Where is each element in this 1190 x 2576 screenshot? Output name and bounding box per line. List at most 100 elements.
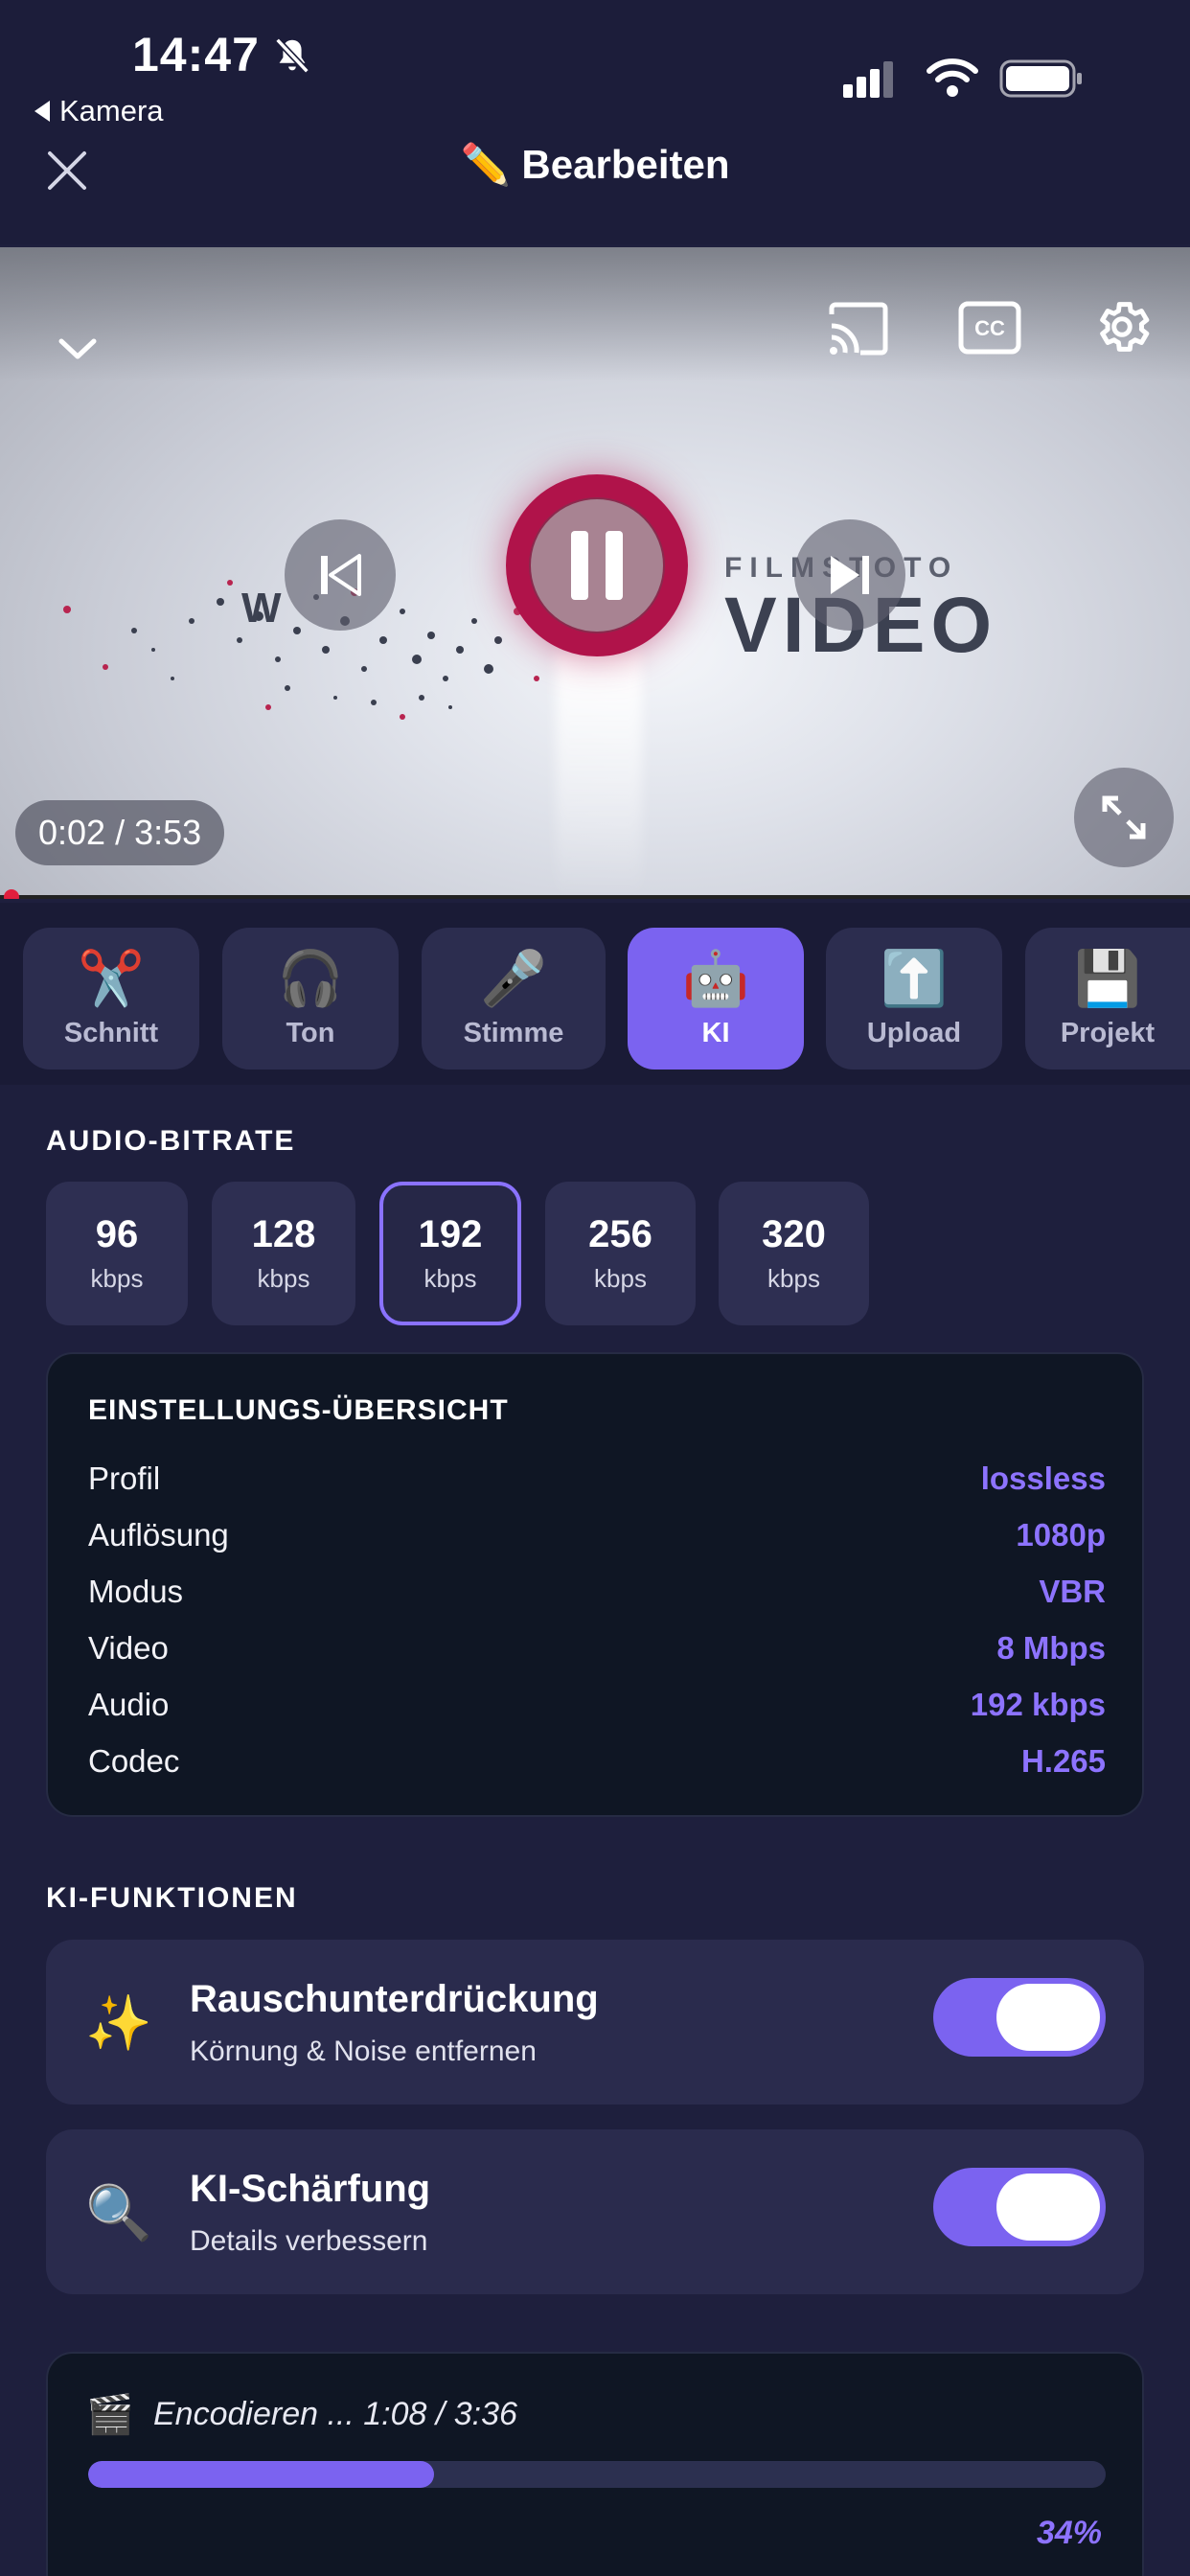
settings-summary-card: EINSTELLUNGS-ÜBERSICHT Profil lossless A… — [46, 1352, 1144, 1817]
encoding-progress-bar — [88, 2461, 1106, 2488]
bitrate-value: 320 — [762, 1213, 826, 1255]
encoding-status: Encodieren ... 1:08 / 3:36 — [153, 2396, 517, 2432]
tab-label: Upload — [866, 1017, 962, 1048]
bitrate-option-256[interactable]: 256 kbps — [545, 1182, 696, 1325]
summary-key: Modus — [88, 1574, 184, 1609]
bitrate-unit: kbps — [767, 1264, 820, 1293]
summary-value: lossless — [980, 1460, 1106, 1496]
summary-row-modus: Modus VBR — [88, 1571, 1106, 1613]
tab-label: KI — [701, 1017, 730, 1048]
app-screen: 14:47 Kamera ✏️ Bearbeiten W CC 0:02 / 3… — [0, 0, 1190, 2576]
feature-subtitle: Körnung & Noise entfernen — [190, 2036, 537, 2067]
scissors-icon: ✂️ — [78, 947, 145, 1010]
encoding-progress-fill — [88, 2461, 435, 2488]
summary-row-codec: Codec H.265 — [88, 1740, 1106, 1782]
svg-text:CC: CC — [974, 316, 1005, 340]
page-title: ✏️ Bearbeiten — [460, 142, 730, 187]
feature-title: Rauschunterdrückung — [190, 1978, 599, 2020]
bitrate-value: 256 — [588, 1213, 652, 1255]
magnifier-icon: 🔍 — [85, 2182, 152, 2244]
closed-captions-icon[interactable]: CC — [958, 301, 1021, 355]
robot-icon: 🤖 — [682, 947, 749, 1010]
summary-key: Profil — [88, 1460, 161, 1496]
bitrate-unit: kbps — [594, 1264, 647, 1293]
bitrate-value: 192 — [418, 1213, 483, 1255]
bitrate-value: 128 — [251, 1213, 316, 1255]
pause-icon — [571, 531, 623, 600]
gear-icon[interactable] — [1090, 295, 1154, 358]
back-to-app-link[interactable]: Kamera — [34, 94, 164, 128]
summary-row-audio: Audio 192 kbps — [88, 1684, 1106, 1726]
feature-subtitle: Details verbessern — [190, 2225, 428, 2257]
bitrate-option-128[interactable]: 128 kbps — [212, 1182, 355, 1325]
bitrate-unit: kbps — [90, 1264, 144, 1293]
tab-upload[interactable]: ⬆️ Upload — [826, 928, 1002, 1070]
top-bar: 14:47 Kamera ✏️ Bearbeiten — [0, 0, 1190, 244]
summary-key: Codec — [88, 1743, 180, 1779]
bitrate-unit: kbps — [257, 1264, 310, 1293]
tab-projekt[interactable]: 💾 Projekt — [1025, 928, 1190, 1070]
back-app-label: Kamera — [59, 94, 164, 127]
tab-label: Schnitt — [63, 1017, 159, 1048]
expand-icon — [1102, 795, 1146, 840]
summary-key: Audio — [88, 1687, 170, 1722]
battery-icon — [999, 59, 1082, 98]
playback-time: 0:02 / 3:53 — [15, 800, 225, 865]
skip-next-icon — [831, 556, 869, 594]
cast-icon[interactable] — [826, 301, 891, 356]
playback-progress-track[interactable] — [0, 895, 1190, 899]
wifi-icon — [927, 58, 978, 97]
tab-stimme[interactable]: 🎤 Stimme — [422, 928, 606, 1070]
toggle-knob — [996, 2174, 1100, 2241]
video-logo-left-text: W — [241, 585, 282, 632]
bitrate-option-320[interactable]: 320 kbps — [719, 1182, 869, 1325]
ai-sharpening-toggle[interactable] — [933, 2168, 1106, 2246]
playback-scrubber[interactable] — [4, 889, 19, 899]
noise-reduction-toggle[interactable] — [933, 1978, 1106, 2057]
chevron-down-icon[interactable] — [54, 324, 102, 372]
summary-heading: EINSTELLUNGS-ÜBERSICHT — [88, 1394, 509, 1426]
bell-muted-icon — [275, 37, 309, 74]
sparkles-icon: ✨ — [85, 1992, 152, 2055]
tab-ki[interactable]: 🤖 KI — [628, 928, 804, 1070]
back-triangle-icon — [34, 101, 50, 122]
summary-key: Auflösung — [88, 1517, 229, 1552]
tab-label: Ton — [286, 1017, 335, 1048]
encoding-card: 🎬 Encodieren ... 1:08 / 3:36 34% — [46, 2352, 1144, 2576]
headphones-icon: 🎧 — [277, 947, 344, 1010]
summary-value: 192 kbps — [970, 1687, 1106, 1722]
tab-schnitt[interactable]: ✂️ Schnitt — [23, 928, 199, 1070]
summary-row-profil: Profil lossless — [88, 1458, 1106, 1500]
summary-value: VBR — [1039, 1574, 1106, 1609]
bitrate-value: 96 — [95, 1213, 139, 1255]
cellular-signal-icon — [843, 61, 893, 98]
upload-arrow-icon: ⬆️ — [881, 947, 948, 1010]
summary-value: H.265 — [1020, 1743, 1106, 1779]
tab-label: Stimme — [463, 1017, 564, 1048]
summary-row-aufloesung: Auflösung 1080p — [88, 1514, 1106, 1556]
pause-button[interactable] — [529, 497, 665, 633]
summary-value: 1080p — [1016, 1517, 1106, 1552]
microphone-icon: 🎤 — [480, 947, 547, 1010]
clapperboard-icon: 🎬 — [86, 2393, 134, 2437]
summary-value: 8 Mbps — [996, 1630, 1106, 1666]
next-button[interactable] — [794, 519, 905, 631]
previous-button[interactable] — [285, 519, 396, 631]
video-player[interactable]: W FILMSTOTO VIDEO CC — [0, 247, 1190, 899]
fullscreen-button[interactable] — [1074, 768, 1174, 867]
skip-previous-icon — [321, 554, 361, 596]
bitrate-unit: kbps — [423, 1264, 477, 1293]
audio-bitrate-heading: AUDIO-BITRATE — [46, 1125, 296, 1157]
tab-label: Projekt — [1060, 1017, 1156, 1048]
summary-key: Video — [88, 1630, 169, 1666]
tab-ton[interactable]: 🎧 Ton — [222, 928, 399, 1070]
feature-title: KI-Schärfung — [190, 2168, 431, 2210]
feature-noise-reduction: ✨ Rauschunterdrückung Körnung & Noise en… — [46, 1940, 1144, 2104]
ai-features-heading: KI-FUNKTIONEN — [46, 1882, 298, 1914]
floppy-disk-icon: 💾 — [1074, 947, 1141, 1010]
feature-ai-sharpening: 🔍 KI-Schärfung Details verbessern — [46, 2129, 1144, 2294]
summary-row-video: Video 8 Mbps — [88, 1627, 1106, 1669]
bitrate-option-192[interactable]: 192 kbps — [379, 1182, 521, 1325]
encoding-percent: 34% — [1036, 2515, 1102, 2551]
bitrate-option-96[interactable]: 96 kbps — [46, 1182, 188, 1325]
